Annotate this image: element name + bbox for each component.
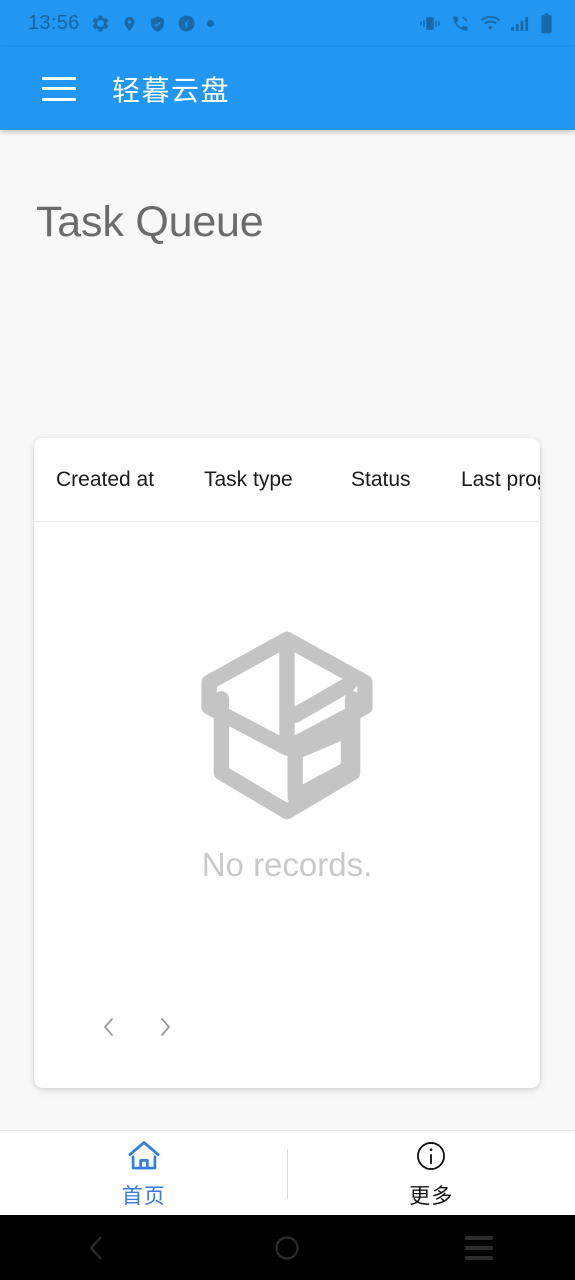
dot-icon xyxy=(206,20,214,27)
column-header-status[interactable]: Status xyxy=(351,468,461,492)
empty-state: No records. xyxy=(34,522,540,992)
vibrate-icon xyxy=(419,15,441,32)
pagination xyxy=(34,992,540,1062)
nav-home-icon[interactable] xyxy=(257,1228,317,1268)
status-bar: 13:56 xyxy=(0,0,575,47)
cellular-signal-icon xyxy=(510,15,531,32)
tab-divider xyxy=(287,1149,288,1199)
home-icon xyxy=(125,1137,163,1175)
gear-icon xyxy=(91,14,110,33)
tab-more[interactable]: 更多 xyxy=(288,1131,575,1215)
nav-back-icon[interactable] xyxy=(66,1228,126,1268)
column-header-task-type[interactable]: Task type xyxy=(204,468,351,492)
column-header-last-progress[interactable]: Last progr xyxy=(461,468,540,492)
chevron-right-icon[interactable] xyxy=(152,1014,178,1040)
bottom-tab-bar: 首页 更多 xyxy=(0,1130,575,1215)
status-clock: 13:56 xyxy=(28,12,80,34)
android-nav-bar xyxy=(0,1215,575,1280)
app-title: 轻暮云盘 xyxy=(112,74,231,106)
speedometer-icon xyxy=(177,14,196,33)
wifi-icon xyxy=(480,15,501,32)
tab-more-label: 更多 xyxy=(409,1184,454,1208)
phone-screen: 13:56 轻暮云盘 Task Queue Created at Task ty… xyxy=(0,0,575,1280)
tab-home[interactable]: 首页 xyxy=(0,1131,288,1215)
empty-state-text: No records. xyxy=(201,845,373,883)
status-bar-left: 13:56 xyxy=(28,12,214,35)
nav-recents-icon[interactable] xyxy=(449,1228,509,1268)
app-bar: 轻暮云盘 xyxy=(0,47,575,130)
battery-icon xyxy=(540,13,553,34)
info-circle-icon xyxy=(414,1137,448,1175)
nav-recents-bars xyxy=(465,1235,494,1260)
shield-check-icon xyxy=(149,14,166,34)
table-header-row: Created at Task type Status Last progr xyxy=(34,438,540,522)
call-muted-icon xyxy=(450,14,471,33)
page-title: Task Queue xyxy=(36,198,264,246)
status-bar-right xyxy=(419,13,553,34)
tab-home-label: 首页 xyxy=(121,1184,166,1208)
task-queue-card: Created at Task type Status Last progr N… xyxy=(34,438,540,1088)
empty-box-icon xyxy=(183,625,391,830)
location-pin-icon xyxy=(121,14,138,34)
page-content: Task Queue Created at Task type Status L… xyxy=(0,130,575,1130)
hamburger-menu-icon[interactable] xyxy=(42,76,76,101)
column-header-created-at[interactable]: Created at xyxy=(56,468,204,492)
chevron-left-icon[interactable] xyxy=(96,1014,122,1040)
